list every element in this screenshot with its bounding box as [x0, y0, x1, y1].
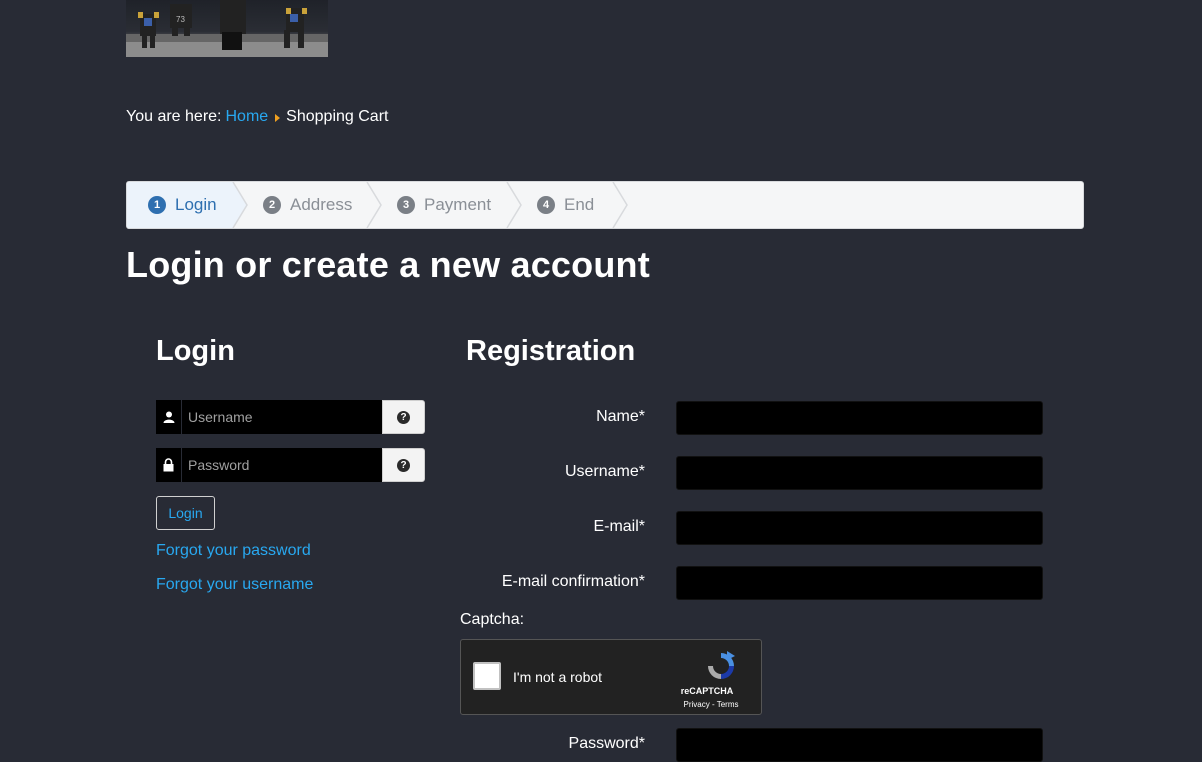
registration-heading: Registration — [466, 335, 636, 367]
captcha-label: Captcha: — [460, 611, 525, 628]
password-help-button[interactable]: ? — [382, 448, 425, 482]
username-input[interactable] — [182, 400, 382, 434]
username-group: ? — [156, 400, 425, 434]
login-heading: Login — [156, 335, 235, 367]
step-end[interactable]: 4 End — [537, 182, 594, 228]
email-confirm-field[interactable] — [676, 566, 1043, 600]
email-label: E-mail* — [593, 518, 645, 535]
forgot-password-link[interactable]: Forgot your password — [156, 542, 311, 560]
step-number: 2 — [263, 196, 281, 214]
step-payment[interactable]: 3 Payment — [397, 182, 491, 228]
recaptcha-brand: reCAPTCHA — [680, 686, 734, 696]
step-label: End — [564, 195, 595, 214]
password-group: ? — [156, 448, 425, 482]
step-label: Login — [175, 195, 217, 214]
breadcrumb-current: Shopping Cart — [286, 108, 389, 125]
step-label: Payment — [424, 195, 492, 214]
step-number: 3 — [397, 196, 415, 214]
reg-password-field[interactable] — [676, 728, 1043, 762]
page-title: Login or create a new account — [126, 244, 650, 285]
lock-icon — [156, 448, 181, 482]
step-number: 1 — [148, 196, 166, 214]
step-label: Address — [290, 195, 353, 214]
recaptcha-text: I'm not a robot — [513, 669, 603, 685]
password-label: Password* — [568, 735, 645, 752]
svg-text:73: 73 — [176, 15, 185, 24]
step-number: 4 — [537, 196, 555, 214]
username-help-button[interactable]: ? — [382, 400, 425, 434]
recaptcha-logo-icon — [708, 651, 735, 679]
password-input[interactable] — [182, 448, 382, 482]
step-address[interactable]: 2 Address — [263, 182, 352, 228]
user-icon — [156, 400, 181, 434]
email-confirm-label: E-mail confirmation* — [501, 573, 645, 590]
question-circle-icon: ? — [397, 410, 410, 424]
breadcrumb-prefix: You are here: — [126, 108, 222, 125]
reg-username-field[interactable] — [676, 456, 1043, 490]
breadcrumb-home-link[interactable]: Home — [225, 108, 268, 126]
recaptcha-widget: I'm not a robot reCAPTCHA Privacy - Term… — [460, 639, 762, 715]
question-circle-icon: ? — [397, 458, 410, 472]
checkout-steps: 1 Login 2 Address 3 Payment 4 End — [126, 181, 1084, 229]
recaptcha-terms-link[interactable]: Privacy - Terms — [661, 700, 761, 709]
forgot-username-link[interactable]: Forgot your username — [156, 576, 313, 594]
step-login[interactable]: 1 Login — [148, 182, 217, 228]
name-label: Name* — [596, 408, 645, 425]
name-field[interactable] — [676, 401, 1043, 435]
breadcrumb: You are here: Home Shopping Cart — [126, 108, 388, 126]
breadcrumb-arrow-icon — [275, 114, 281, 122]
site-banner: 73 — [126, 0, 328, 57]
login-button[interactable]: Login — [156, 496, 215, 530]
email-field[interactable] — [676, 511, 1043, 545]
username-label: Username* — [564, 463, 645, 480]
recaptcha-checkbox[interactable] — [473, 662, 501, 690]
